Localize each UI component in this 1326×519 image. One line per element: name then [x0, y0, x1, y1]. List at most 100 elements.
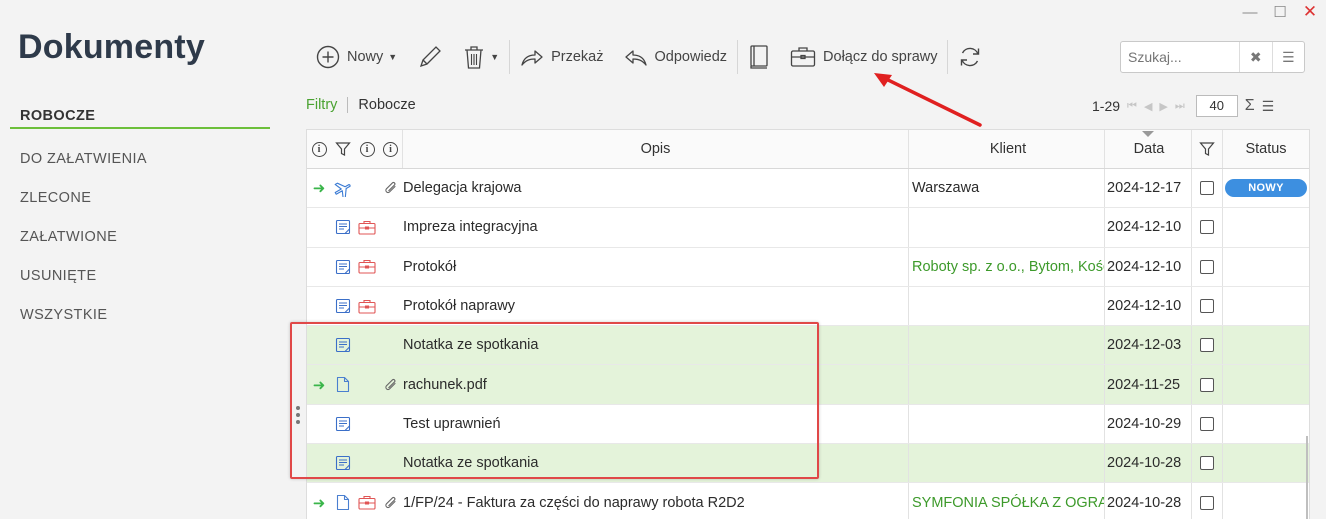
register-book-button[interactable]	[738, 36, 780, 78]
window-controls: — ☐ ✕	[1242, 2, 1318, 21]
filter-icon[interactable]	[335, 141, 351, 157]
vertical-scrollbar[interactable]	[1306, 436, 1308, 519]
cell-data: 2024-12-03	[1105, 326, 1192, 365]
attach-to-case-label: Dołącz do sprawy	[823, 49, 938, 65]
info-icon[interactable]: i	[359, 141, 375, 157]
panel-resize-handle[interactable]	[296, 406, 300, 424]
note-icon	[335, 298, 351, 314]
cell-data: 2024-11-25	[1105, 365, 1192, 404]
table-body: ➜ Delegacja krajowa Warszawa 2024-12-17 NOWY…	[307, 169, 1309, 519]
info-icon[interactable]: i	[311, 141, 327, 157]
delete-button[interactable]: ▼	[453, 36, 509, 78]
arrow-right-icon: ➜	[312, 494, 326, 512]
sidebar-item-do-załatwienia[interactable]: DO ZAŁATWIENIA	[10, 139, 270, 178]
column-header-klient[interactable]: Klient	[909, 130, 1105, 168]
cell-opis: 1/FP/24 - Faktura za części do naprawy r…	[403, 483, 909, 519]
cell-opis: rachunek.pdf	[403, 365, 909, 404]
info-icon[interactable]: i	[383, 141, 398, 157]
table-row[interactable]: ➜ Delegacja krajowa Warszawa 2024-12-17 NOWY	[307, 169, 1309, 209]
column-header-status[interactable]: Status	[1223, 130, 1309, 168]
next-page-icon[interactable]: ▶	[1159, 100, 1167, 113]
row-checkbox[interactable]	[1200, 259, 1214, 274]
edit-button[interactable]	[407, 36, 453, 78]
page-size-input[interactable]: 40	[1195, 95, 1238, 117]
minimize-button[interactable]: —	[1242, 4, 1258, 21]
table-row[interactable]: ➜ rachunek.pdf 2024-11-25	[307, 365, 1309, 405]
refresh-icon	[961, 47, 980, 67]
table-row[interactable]: Notatka ze spotkania 2024-12-03	[307, 326, 1309, 366]
prev-page-icon[interactable]: ◀	[1144, 100, 1152, 113]
cell-klient: Warszawa	[909, 169, 1105, 208]
sort-indicator-icon	[1142, 131, 1154, 137]
sidebar-item-robocze[interactable]: ROBOCZE	[10, 100, 270, 129]
table-row[interactable]: Protokół naprawy 2024-12-10	[307, 286, 1309, 327]
sidebar-item-załatwione[interactable]: ZAŁATWIONE	[10, 217, 270, 256]
filter-icon[interactable]	[1199, 141, 1215, 157]
first-page-icon[interactable]: ⏮	[1127, 100, 1137, 113]
row-checkbox[interactable]	[1200, 220, 1214, 235]
cell-klient	[909, 286, 1105, 326]
cell-opis: Protokół naprawy	[403, 286, 909, 326]
cell-data: 2024-10-29	[1105, 404, 1192, 444]
table-row[interactable]: Impreza integracyjna 2024-12-10	[307, 208, 1309, 248]
attach-to-case-button[interactable]: Dołącz do sprawy	[780, 36, 947, 78]
file-icon	[336, 494, 350, 511]
paperclip-icon	[384, 377, 398, 393]
refresh-button[interactable]	[948, 36, 992, 78]
case-icon	[358, 259, 376, 274]
row-checkbox[interactable]	[1200, 456, 1214, 471]
cell-klient	[909, 404, 1105, 444]
pencil-icon	[420, 46, 442, 68]
status-badge: NOWY	[1225, 179, 1307, 198]
column-header-data[interactable]: Data	[1105, 130, 1192, 168]
sum-icon[interactable]: Σ	[1245, 97, 1255, 115]
table-row[interactable]: Notatka ze spotkania 2024-10-28	[307, 444, 1309, 484]
table-header: i i i Opis Klient Data Status	[307, 130, 1309, 169]
cell-opis: Notatka ze spotkania	[403, 444, 909, 483]
search-box: ✖ ☰	[1120, 41, 1305, 73]
arrow-right-icon: ➜	[312, 376, 326, 394]
clear-search-icon[interactable]: ✖	[1239, 42, 1272, 72]
close-button[interactable]: ✕	[1302, 2, 1318, 21]
new-button[interactable]: Nowy ▼	[306, 36, 407, 78]
sidebar-item-usunięte[interactable]: USUNIĘTE	[10, 256, 270, 295]
case-icon	[358, 299, 376, 314]
table-row[interactable]: Protokół Roboty sp. z o.o., Bytom, Kości 2…	[307, 247, 1309, 287]
sidebar-item-zlecone[interactable]: ZLECONE	[10, 178, 270, 217]
pager: 1-29 ⏮ ◀ ▶ ⏭ 40 Σ ☰	[1092, 95, 1274, 117]
column-header-data-label: Data	[1133, 141, 1165, 157]
search-input[interactable]	[1121, 42, 1239, 72]
menu-icon[interactable]: ☰	[1271, 42, 1305, 72]
grid-menu-icon[interactable]: ☰	[1262, 98, 1275, 115]
row-checkbox[interactable]	[1200, 181, 1214, 196]
pager-range: 1-29	[1092, 98, 1121, 114]
filters-link[interactable]: Filtry	[306, 97, 337, 113]
row-checkbox[interactable]	[1200, 495, 1214, 510]
note-icon	[335, 455, 351, 471]
cell-opis: Test uprawnień	[403, 404, 909, 444]
new-button-label: Nowy	[347, 49, 384, 65]
table-row[interactable]: Test uprawnień 2024-10-29	[307, 404, 1309, 445]
forward-button[interactable]: Przekaż	[510, 36, 613, 78]
cell-data: 2024-10-28	[1105, 483, 1192, 519]
chevron-down-icon[interactable]: ▼	[388, 52, 397, 62]
plus-circle-icon	[316, 45, 340, 69]
plane-icon	[333, 179, 353, 198]
row-checkbox[interactable]	[1200, 416, 1214, 431]
paperclip-icon	[384, 495, 398, 511]
column-header-opis[interactable]: Opis	[403, 130, 909, 168]
trash-icon	[465, 46, 484, 69]
last-page-icon[interactable]: ⏭	[1175, 100, 1185, 113]
row-checkbox[interactable]	[1200, 299, 1214, 314]
case-icon	[358, 220, 376, 235]
chevron-down-icon[interactable]: ▼	[490, 52, 499, 62]
book-icon	[750, 45, 768, 69]
row-checkbox[interactable]	[1200, 377, 1214, 392]
reply-button-label: Odpowiedz	[654, 49, 728, 65]
reply-button[interactable]: Odpowiedz	[614, 36, 738, 78]
maximize-button[interactable]: ☐	[1272, 4, 1288, 21]
sidebar-item-wszystkie[interactable]: WSZYSTKIE	[10, 295, 270, 334]
cell-opis: Notatka ze spotkania	[403, 326, 909, 365]
table-row[interactable]: ➜ 1/FP/24 - Faktura za części do naprawy …	[307, 483, 1309, 519]
row-checkbox[interactable]	[1200, 338, 1214, 353]
